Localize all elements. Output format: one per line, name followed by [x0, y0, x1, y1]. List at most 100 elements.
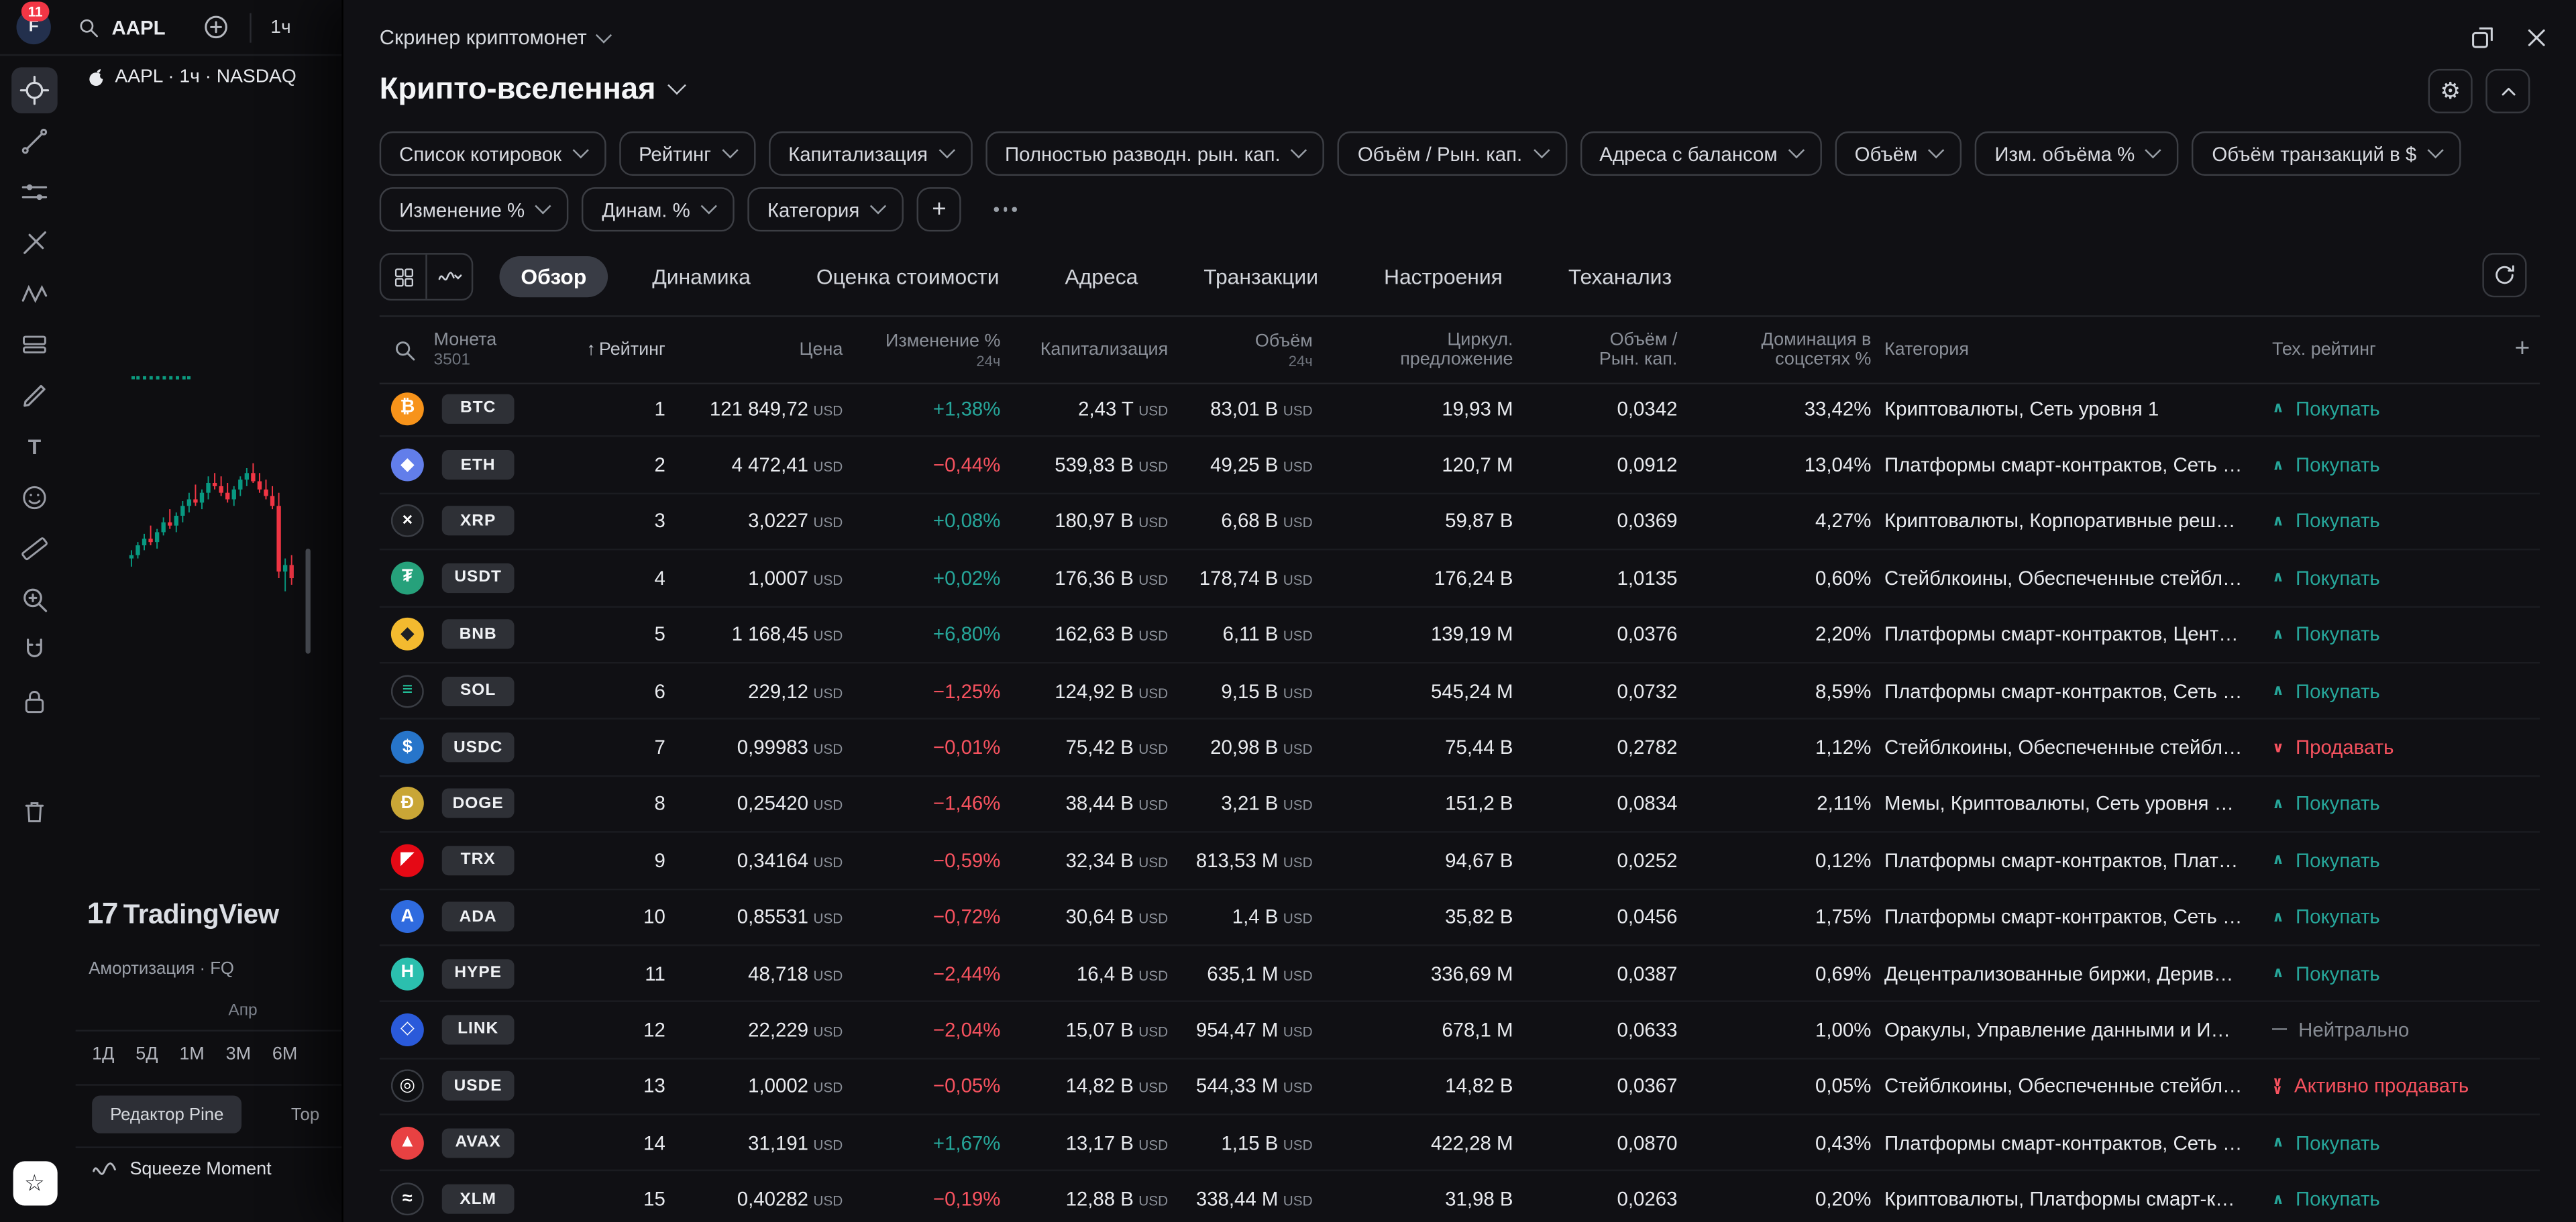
coin-ticker[interactable]: HYPE: [442, 958, 515, 988]
screener-title-menu[interactable]: Скринер криптомонет: [380, 26, 610, 49]
timeframe-button[interactable]: 1М: [179, 1045, 204, 1064]
add-filter-button[interactable]: +: [917, 187, 961, 231]
filter-chip[interactable]: Изм. объёма %: [1975, 131, 2179, 176]
filter-chip[interactable]: Полностью разводн. рын. кап.: [985, 131, 1325, 176]
table-row[interactable]: ◤TRX90,34164USD−0,59%32,34 BUSD813,53 MU…: [380, 833, 2540, 889]
open-popup-icon[interactable]: [2469, 23, 2498, 51]
coin-ticker[interactable]: AVAX: [442, 1128, 515, 1158]
table-row[interactable]: $USDC70,99983USD−0,01%75,42 BUSD20,98 BU…: [380, 720, 2540, 776]
table-row[interactable]: ◇LINK1222,229USD−2,04%15,07 BUSD954,47 M…: [380, 1003, 2540, 1059]
coin-ticker[interactable]: USDE: [442, 1072, 515, 1101]
zoom-tool[interactable]: [11, 577, 58, 623]
chart-symbol-header[interactable]: AAPL · 1ч · NASDAQ: [85, 66, 338, 89]
coin-ticker[interactable]: SOL: [442, 676, 515, 706]
coin-ticker[interactable]: XRP: [442, 506, 515, 536]
timeframe-button[interactable]: 5Д: [136, 1045, 158, 1064]
table-row[interactable]: ≈XLM150,40282USD−0,19%12,88 BUSD338,44 M…: [380, 1172, 2540, 1222]
position-tool[interactable]: [11, 322, 58, 368]
ruler-tool[interactable]: [11, 526, 58, 572]
column-rank[interactable]: ↑Рейтинг: [574, 340, 669, 359]
tab-transactions[interactable]: Транзакции: [1182, 256, 1339, 297]
filter-chip[interactable]: Адреса с балансом: [1580, 131, 1822, 176]
coin-ticker[interactable]: BNB: [442, 620, 515, 649]
more-filters-button[interactable]: [987, 201, 1023, 218]
column-cap[interactable]: Капитализация: [1004, 340, 1171, 359]
tab-sentiment[interactable]: Настроения: [1362, 256, 1524, 297]
channel-tool[interactable]: [11, 169, 58, 215]
coin-ticker[interactable]: TRX: [442, 846, 515, 875]
tradingview-logo[interactable]: 17 TradingView: [87, 897, 279, 931]
interval-button[interactable]: 1ч: [270, 17, 290, 37]
column-volmcap[interactable]: Объём /Рын. кап.: [1516, 330, 1680, 370]
filter-chip[interactable]: Список котировок: [380, 131, 606, 176]
tab-performance[interactable]: Динамика: [631, 256, 771, 297]
emoji-tool[interactable]: [11, 475, 58, 521]
favorites-star-button[interactable]: ☆: [12, 1161, 56, 1205]
compare-add-icon[interactable]: [201, 13, 229, 42]
tab-technicals[interactable]: Теханализ: [1547, 256, 1693, 297]
timeframe-button[interactable]: 6М: [272, 1045, 297, 1064]
coin-ticker[interactable]: XLM: [442, 1184, 515, 1214]
filter-chip[interactable]: Рейтинг: [619, 131, 755, 176]
table-row[interactable]: ≡SOL6229,12USD−1,25%124,92 BUSD9,15 BUSD…: [380, 663, 2540, 720]
tab-valuation[interactable]: Оценка стоимости: [795, 256, 1020, 297]
filter-chip[interactable]: Объём / Рын. кап.: [1338, 131, 1566, 176]
lock-tool[interactable]: [11, 678, 58, 724]
filter-chip[interactable]: Изменение %: [380, 187, 570, 231]
table-row[interactable]: ◎USDE131,0002USD−0,05%14,82 BUSD544,33 M…: [380, 1059, 2540, 1115]
table-row[interactable]: AADA100,85531USD−0,72%30,64 BUSD1,4 BUSD…: [380, 889, 2540, 946]
chart-view-button[interactable]: [425, 255, 472, 299]
text-tool[interactable]: T: [11, 424, 58, 470]
pitchfork-tool[interactable]: [11, 220, 58, 266]
close-icon[interactable]: [2524, 24, 2550, 50]
table-row[interactable]: ×XRP33,0227USD+0,08%180,97 BUSD6,68 BUSD…: [380, 494, 2540, 551]
table-view-button[interactable]: [381, 255, 425, 299]
coin-ticker[interactable]: ETH: [442, 450, 515, 480]
tab-addresses[interactable]: Адреса: [1044, 256, 1160, 297]
add-column-button[interactable]: +: [2492, 335, 2540, 365]
table-row[interactable]: ÐDOGE80,25420USD−1,46%38,44 BUSD3,21 BUS…: [380, 777, 2540, 833]
coin-ticker[interactable]: USDT: [442, 563, 515, 593]
pine-editor-button[interactable]: Редактор Pine: [92, 1095, 241, 1133]
refresh-button[interactable]: [2482, 253, 2526, 297]
timeframe-button[interactable]: 3М: [226, 1045, 251, 1064]
magnet-tool[interactable]: [11, 628, 58, 674]
settings-button[interactable]: ⚙: [2428, 69, 2473, 113]
pattern-tool[interactable]: [11, 271, 58, 317]
column-tech-rating[interactable]: Тех. рейтинг: [2272, 340, 2492, 359]
brush-tool[interactable]: [11, 373, 58, 419]
crosshair-tool[interactable]: [11, 67, 58, 113]
symbol-search[interactable]: AAPL: [77, 15, 165, 38]
tab-overview[interactable]: Обзор: [499, 256, 608, 297]
filter-chip[interactable]: Динам. %: [582, 187, 735, 231]
table-row[interactable]: ₿BTC1121 849,72USD+1,38%2,43 TUSD83,01 B…: [380, 381, 2540, 437]
trendline-tool[interactable]: [11, 118, 58, 164]
study-row[interactable]: Squeeze Moment: [92, 1160, 271, 1179]
coin-ticker[interactable]: LINK: [442, 1015, 515, 1044]
table-row[interactable]: ▲AVAX1431,191USD+1,67%13,17 BUSD1,15 BUS…: [380, 1115, 2540, 1172]
table-row[interactable]: ◆ETH24 472,41USD−0,44%539,83 BUSD49,25 B…: [380, 437, 2540, 494]
timeframe-button[interactable]: 1Д: [92, 1045, 114, 1064]
scrollbar-handle[interactable]: [306, 549, 311, 654]
column-category[interactable]: Категория: [1874, 340, 2272, 359]
filter-chip[interactable]: Объём: [1835, 131, 1962, 176]
table-row[interactable]: HHYPE1148,718USD−2,44%16,4 BUSD635,1 MUS…: [380, 946, 2540, 1002]
filter-chip[interactable]: Категория: [747, 187, 904, 231]
column-price[interactable]: Цена: [669, 340, 846, 359]
trading-panel-label[interactable]: Тор: [291, 1105, 319, 1124]
collapse-button[interactable]: [2485, 69, 2530, 113]
coin-ticker[interactable]: BTC: [442, 394, 515, 423]
coin-ticker[interactable]: USDC: [442, 732, 515, 762]
column-social[interactable]: Доминация всоцсетях %: [1680, 330, 1874, 370]
column-volume[interactable]: Объём24ч: [1171, 331, 1316, 368]
coin-ticker[interactable]: DOGE: [442, 789, 515, 819]
column-circulating[interactable]: Циркул.предложение: [1316, 330, 1517, 370]
column-change[interactable]: Изменение %24ч: [846, 331, 1004, 368]
screener-heading-menu[interactable]: Крипто-вселенная: [380, 66, 684, 112]
filter-chip[interactable]: Капитализация: [769, 131, 972, 176]
table-row[interactable]: ◆BNB51 168,45USD+6,80%162,63 BUSD6,11 BU…: [380, 607, 2540, 663]
table-row[interactable]: ₮USDT41,0007USD+0,02%176,36 BUSD178,74 B…: [380, 551, 2540, 607]
trash-icon[interactable]: [11, 789, 58, 835]
coin-ticker[interactable]: ADA: [442, 902, 515, 932]
column-coin[interactable]: Монета 3501: [380, 330, 574, 370]
